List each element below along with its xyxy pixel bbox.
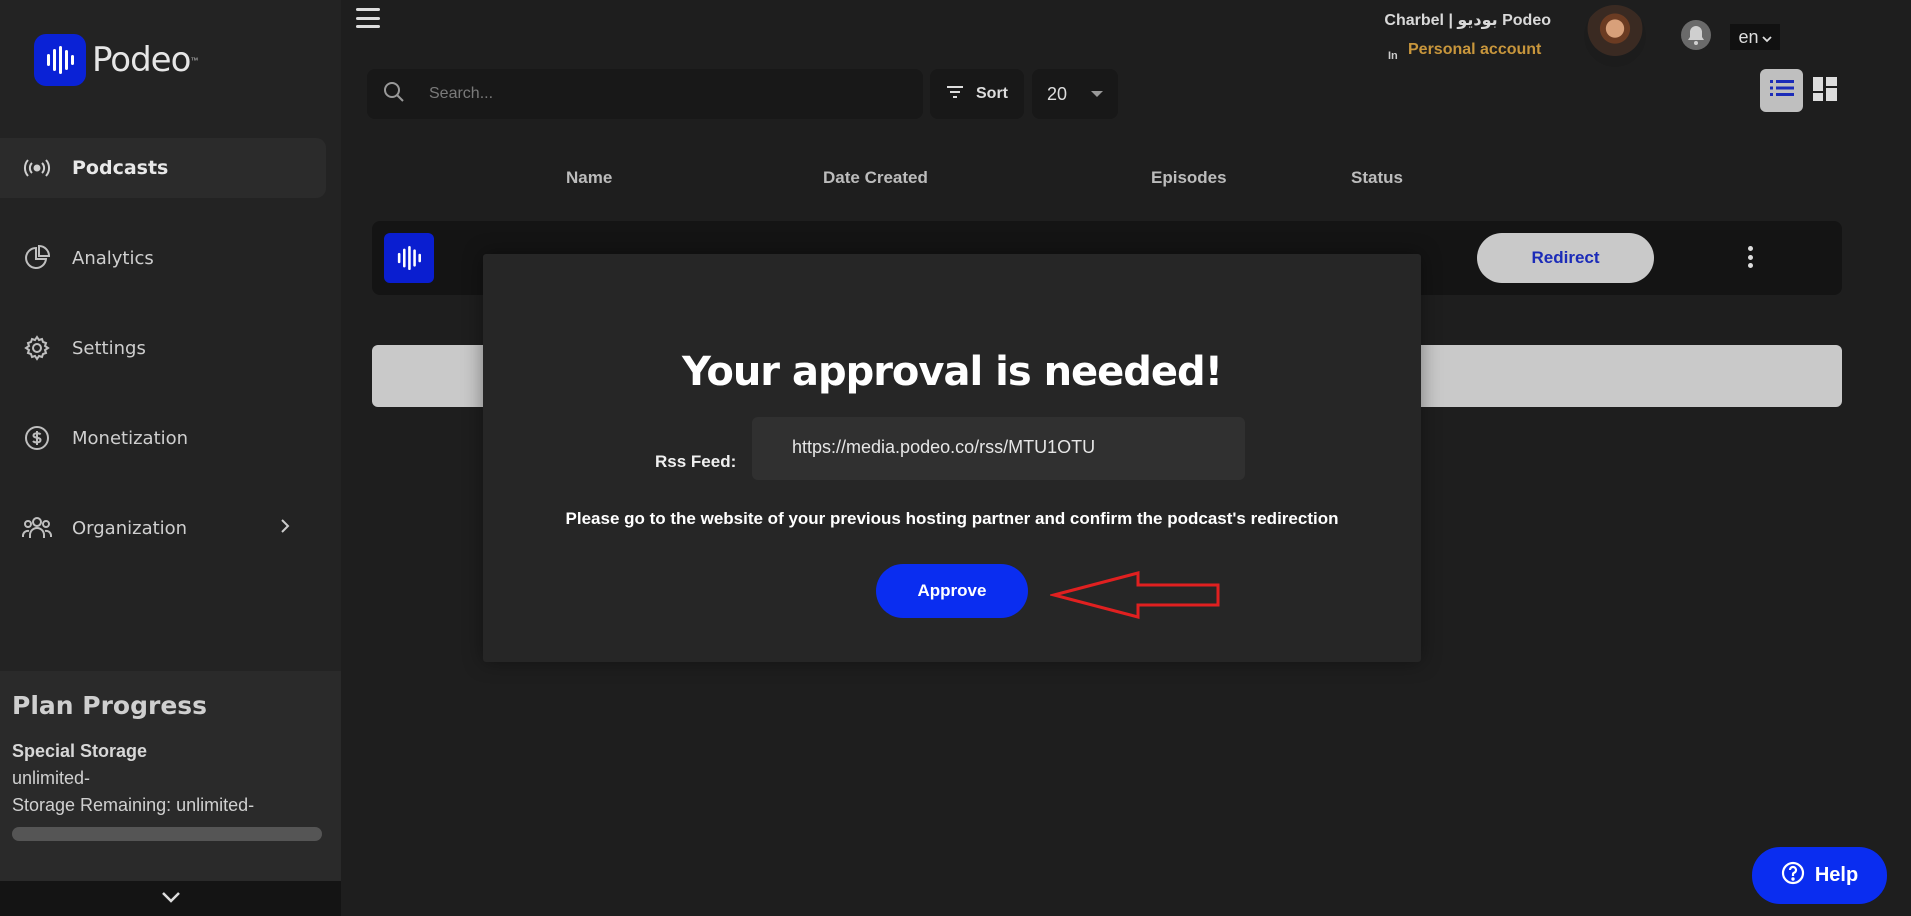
approve-button[interactable]: Approve (876, 564, 1028, 618)
plan-storage-value: unlimited- (12, 768, 91, 788)
podeo-logo-icon (34, 34, 86, 86)
sidebar-item-label: Podcasts (72, 157, 169, 179)
list-icon (1769, 79, 1794, 102)
rss-feed-value: https://media.podeo.co/rss/MTU1OTU (792, 437, 1096, 457)
rss-feed-label: Rss Feed: (655, 452, 737, 471)
more-options-icon[interactable] (1748, 246, 1754, 268)
language-select[interactable]: en (1730, 24, 1780, 50)
list-view-button[interactable] (1760, 69, 1803, 112)
sidebar-item-organization[interactable]: Organization (0, 498, 326, 558)
annotation-arrow-icon (1050, 571, 1220, 619)
in-label: In (1388, 50, 1398, 62)
redirect-button[interactable]: Redirect (1477, 233, 1654, 283)
sidebar: Podeo ™ Podcasts Analytics Settings Mone… (0, 0, 341, 916)
menu-icon[interactable] (356, 8, 380, 28)
sidebar-item-label: Organization (72, 517, 188, 539)
user-name[interactable]: Charbel | بوديو Podeo (1384, 10, 1551, 30)
chevron-down-icon (161, 890, 181, 908)
sidebar-item-label: Settings (72, 337, 146, 359)
grid-icon (1813, 77, 1837, 105)
per-page-value: 20 (1047, 83, 1068, 104)
caret-down-icon (1091, 91, 1104, 97)
search-icon (383, 81, 405, 108)
column-header-name[interactable]: Name (566, 168, 612, 188)
plan-subtitle: Special Storage (12, 741, 148, 761)
pie-chart-icon (22, 243, 52, 273)
podeo-logo[interactable]: Podeo ™ (34, 34, 198, 86)
column-header-status[interactable]: Status (1351, 168, 1403, 188)
broadcast-icon (22, 153, 52, 183)
gear-icon (22, 333, 52, 363)
help-button[interactable]: Help (1752, 847, 1887, 904)
language-value: en (1738, 26, 1759, 47)
avatar[interactable] (1584, 5, 1646, 67)
chevron-right-icon (280, 518, 290, 539)
sidebar-item-label: Monetization (72, 427, 189, 449)
per-page-select[interactable]: 20 (1032, 69, 1118, 119)
help-icon (1781, 861, 1805, 891)
grid-view-button[interactable] (1813, 77, 1837, 101)
rss-feed-field[interactable]: https://media.podeo.co/rss/MTU1OTU (752, 417, 1245, 480)
plan-progress-bar (12, 827, 322, 841)
sidebar-collapse-toggle[interactable] (0, 881, 341, 916)
approval-modal: Your approval is needed! Rss Feed: https… (483, 254, 1421, 662)
bell-icon[interactable] (1681, 20, 1711, 50)
sidebar-item-label: Analytics (72, 247, 154, 269)
sidebar-item-podcasts[interactable]: Podcasts (0, 138, 326, 198)
chevron-down-icon (1761, 27, 1772, 48)
filter-icon (946, 85, 964, 104)
sidebar-item-monetization[interactable]: Monetization (0, 408, 326, 468)
help-label: Help (1814, 864, 1859, 886)
column-header-date-created[interactable]: Date Created (823, 168, 928, 188)
column-header-episodes[interactable]: Episodes (1151, 168, 1227, 188)
modal-message: Please go to the website of your previou… (565, 509, 1339, 528)
sort-button[interactable]: Sort (930, 69, 1024, 119)
plan-progress-panel: Plan Progress Special Storage unlimited-… (0, 671, 341, 881)
podcast-thumbnail (384, 233, 434, 283)
account-switcher[interactable]: Personal account (1408, 41, 1541, 59)
team-icon (22, 513, 52, 543)
brand-name: Podeo (92, 40, 191, 80)
sidebar-item-analytics[interactable]: Analytics (0, 228, 326, 288)
dollar-circle-icon (22, 423, 52, 453)
brand-tm: ™ (190, 55, 199, 65)
search-input[interactable] (427, 84, 891, 104)
sidebar-item-settings[interactable]: Settings (0, 318, 326, 378)
search-bar (367, 69, 923, 119)
sort-label: Sort (976, 85, 1008, 102)
modal-title: Your approval is needed! (682, 349, 1223, 395)
plan-storage-remaining: Storage Remaining: unlimited- (12, 795, 255, 815)
plan-title: Plan Progress (12, 691, 208, 720)
